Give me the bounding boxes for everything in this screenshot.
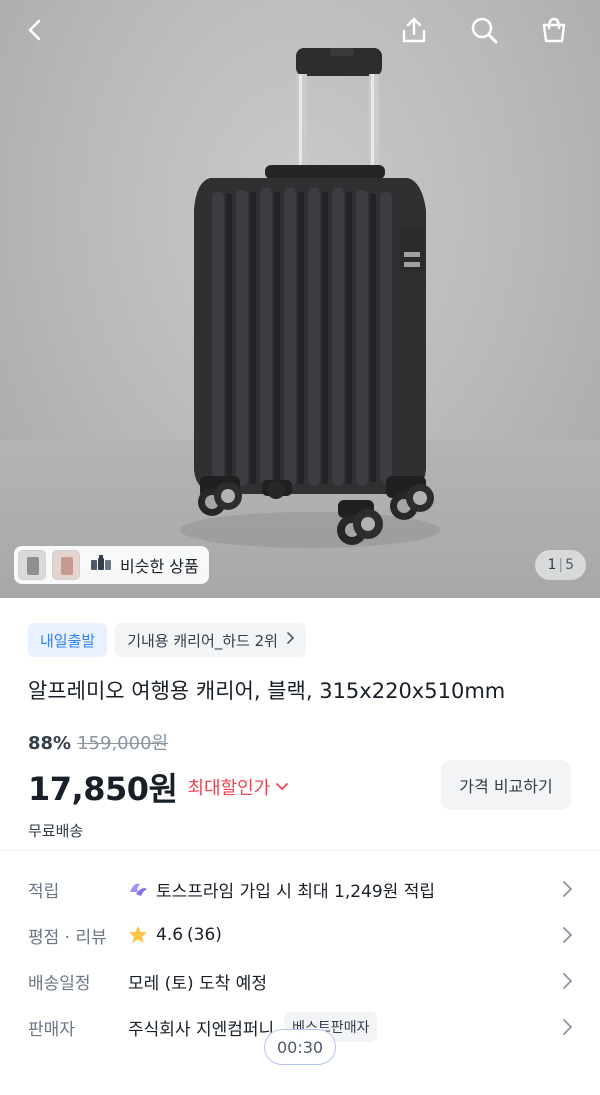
suitcase-image: [180, 48, 440, 548]
pager-total: 5: [565, 557, 574, 573]
seller-name: 주식회사 지엔컴퍼니: [128, 1019, 275, 1040]
chevron-right-icon: [563, 927, 573, 943]
shipping-info: 무료배송: [28, 822, 84, 840]
ranking-badge[interactable]: 기내용 캐리어_하드 2위: [115, 623, 306, 657]
image-pager: 1 | 5: [535, 550, 586, 580]
ranking-label: 기내용 캐리어_하드 2위: [127, 631, 278, 650]
pager-current: 1: [547, 557, 557, 573]
original-price: 159,000원: [77, 733, 169, 754]
max-discount-label: 최대할인가: [187, 778, 271, 799]
discount-rate: 88%: [28, 733, 72, 754]
back-icon[interactable]: [16, 10, 56, 50]
price-row: 17,850원 최대할인가: [28, 764, 289, 810]
product-badges: 내일출발 기내용 캐리어_하드 2위: [28, 623, 306, 657]
info-row-points[interactable]: 적립 토스프라임 가입 시 최대 1,249원 적립: [28, 869, 573, 909]
chevron-right-icon: [563, 1019, 573, 1035]
top-navigation: [0, 0, 600, 60]
toss-prime-icon: [130, 883, 147, 896]
pager-separator: |: [558, 557, 564, 573]
product-image[interactable]: 비슷한 상품 1 | 5: [0, 0, 600, 598]
sale-price: 17,850원: [28, 770, 178, 808]
rating-value: 4.6: [156, 925, 184, 945]
similar-products-button[interactable]: 비슷한 상품: [14, 546, 209, 584]
info-key-seller: 판매자: [28, 1019, 75, 1040]
luggage-icon: [90, 554, 112, 576]
info-key-delivery: 배송일정: [28, 973, 91, 994]
info-row-rating[interactable]: 평점 · 리뷰 4.6 (36): [28, 915, 573, 955]
star-icon: [129, 926, 147, 943]
info-value-delivery: 모레 (토) 도착 예정: [128, 973, 267, 994]
cart-icon[interactable]: [534, 10, 574, 50]
delivery-badge: 내일출발: [28, 623, 108, 657]
similar-thumb-black: [18, 550, 46, 580]
info-key-points: 적립: [28, 881, 60, 902]
divider: [0, 850, 600, 851]
chevron-down-icon: [276, 783, 289, 790]
share-icon[interactable]: [394, 10, 434, 50]
discount-row: 88% 159,000원: [28, 729, 168, 755]
review-count: (36): [187, 925, 222, 945]
compare-price-button[interactable]: 가격 비교하기: [441, 760, 571, 810]
chevron-right-icon: [563, 973, 573, 989]
info-row-delivery[interactable]: 배송일정 모레 (토) 도착 예정: [28, 961, 573, 1001]
info-key-rating: 평점 · 리뷰: [28, 927, 107, 948]
chevron-right-icon: [563, 881, 573, 897]
search-icon[interactable]: [464, 10, 504, 50]
similar-products-label: 비슷한 상품: [120, 557, 199, 576]
max-discount-toggle[interactable]: 최대할인가: [187, 774, 289, 800]
timer-badge: 00:30: [264, 1029, 336, 1065]
similar-thumb-pink: [52, 550, 80, 580]
product-title: 알프레미오 여행용 캐리어, 블랙, 315x220x510mm: [28, 679, 506, 703]
chevron-right-icon: [286, 632, 295, 648]
info-value-points: 토스프라임 가입 시 최대 1,249원 적립: [156, 881, 436, 902]
